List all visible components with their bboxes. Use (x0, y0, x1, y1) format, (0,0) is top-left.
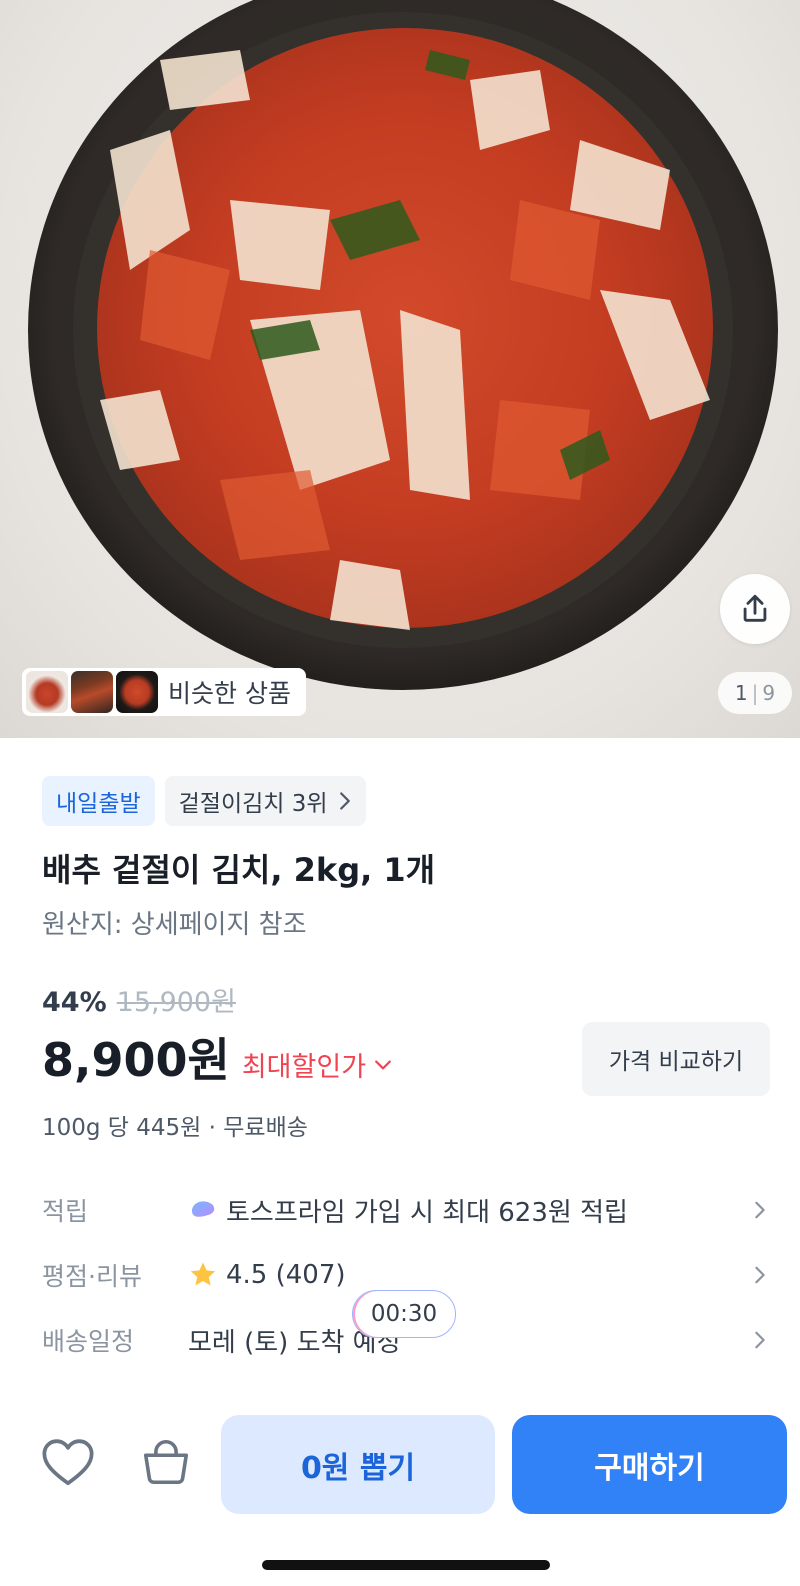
chevron-right-icon (755, 1331, 765, 1349)
heart-icon (42, 1439, 94, 1486)
chevron-right-icon (339, 792, 350, 810)
image-counter-current: 1 (734, 681, 748, 705)
tag-ranking[interactable]: 겉절이김치 3위 (164, 776, 366, 826)
buy-button[interactable]: 구매하기 (512, 1415, 787, 1514)
image-counter-separator: | (751, 681, 759, 705)
toss-prime-icon (188, 1197, 218, 1223)
star-icon (188, 1260, 218, 1290)
discount-rate: 44% (42, 987, 107, 1018)
points-value: 토스프라임 가입 시 최대 623원 적립 (226, 1197, 628, 1228)
unit-price-shipping: 100g 당 445원 · 무료배송 (42, 1115, 308, 1141)
price-row: 8,900원 최대할인가 (42, 1024, 392, 1090)
similar-products-label: 비슷한 상품 (168, 679, 291, 708)
points-label: 적립 (42, 1197, 89, 1226)
share-icon (743, 594, 767, 622)
home-indicator (262, 1560, 550, 1570)
timer-badge[interactable]: 00:30 (352, 1290, 456, 1338)
similar-thumb-1 (26, 671, 68, 713)
similar-products-button[interactable]: 비슷한 상품 (22, 668, 306, 716)
cart-icon (143, 1439, 189, 1485)
cart-button[interactable] (136, 1432, 196, 1492)
product-origin: 원산지: 상세페이지 참조 (42, 910, 307, 940)
chevron-right-icon (755, 1266, 765, 1284)
kimchi-plate-image (28, 0, 778, 690)
chevron-down-icon (375, 1060, 391, 1069)
delivery-label: 배송일정 (42, 1327, 135, 1356)
free-draw-button[interactable]: 0원 뽑기 (221, 1415, 495, 1514)
image-counter-total: 9 (762, 681, 776, 705)
max-discount-toggle[interactable]: 최대할인가 (242, 1045, 392, 1084)
max-discount-label: 최대할인가 (241, 1052, 367, 1083)
image-counter: 1 | 9 (718, 672, 792, 714)
tag-shipping-label: 내일출발 (56, 791, 141, 817)
rating-label: 평점·리뷰 (42, 1262, 142, 1291)
product-image[interactable]: 비슷한 상품 1 | 9 (0, 0, 800, 738)
compare-price-button[interactable]: 가격 비교하기 (582, 1022, 770, 1096)
sale-price: 8,900원 (42, 1033, 230, 1087)
tag-ranking-label: 겉절이김치 3위 (178, 791, 328, 817)
share-button[interactable] (720, 574, 790, 644)
similar-thumb-2 (71, 671, 113, 713)
chevron-right-icon (755, 1201, 765, 1219)
like-button[interactable] (38, 1432, 98, 1492)
original-price: 15,900원 (116, 987, 236, 1018)
product-tags: 내일출발 겉절이김치 3위 (42, 776, 366, 826)
discount-row: 44% 15,900원 (42, 980, 236, 1019)
similar-thumb-3 (116, 671, 158, 713)
points-row[interactable]: 적립 토스프라임 가입 시 최대 623원 적립 (42, 1185, 772, 1235)
tag-shipping: 내일출발 (42, 776, 155, 826)
rating-value: 4.5 (407) (226, 1260, 346, 1290)
product-title: 배추 겉절이 김치, 2kg, 1개 (42, 851, 436, 889)
bottom-action-bar: 0원 뽑기 구매하기 (0, 1410, 800, 1520)
